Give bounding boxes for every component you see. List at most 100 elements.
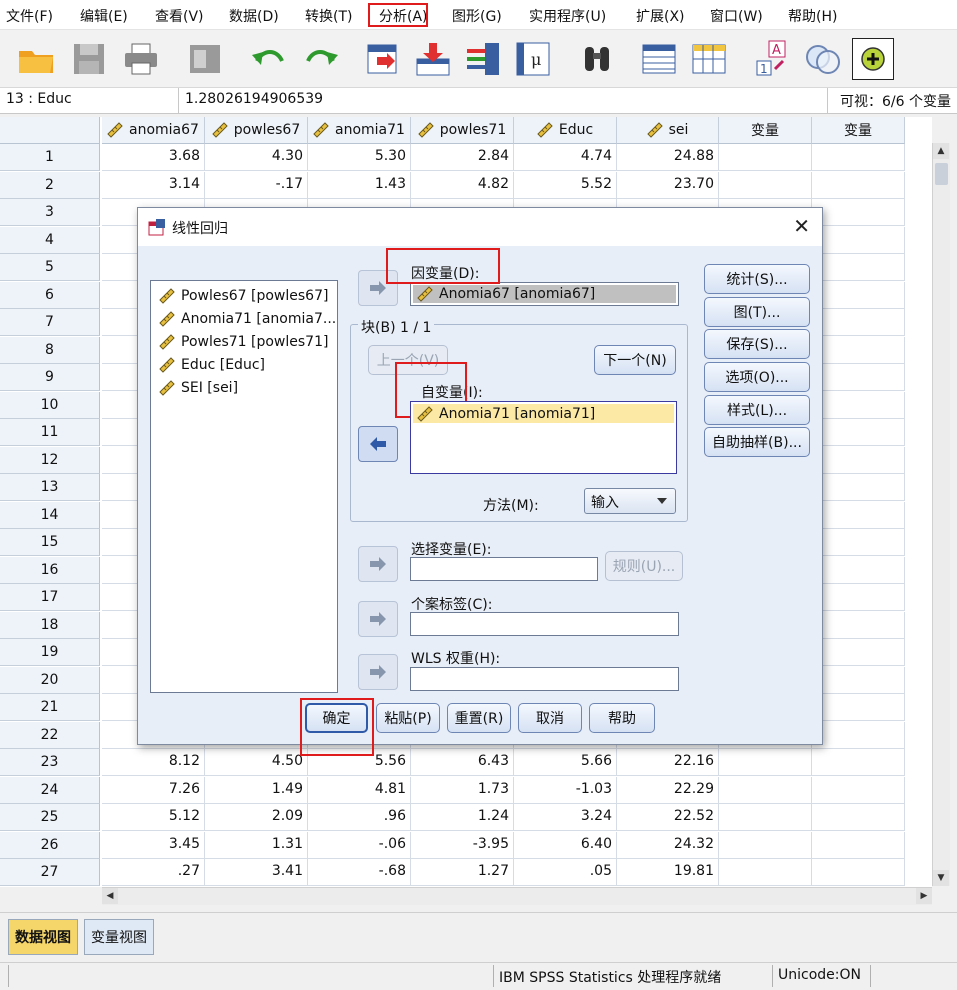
menu-extensions[interactable]: 扩展(X) [636,6,685,26]
move-to-independent-button[interactable] [358,426,398,462]
previous-block-button[interactable]: 上一个(V) [368,345,448,375]
table-cell[interactable]: 4.30 [205,144,308,171]
table-cell[interactable] [812,446,905,474]
table-cell[interactable]: 4.50 [205,749,308,776]
table-cell[interactable] [812,721,905,749]
table-cell[interactable]: .96 [308,804,411,831]
plots-button[interactable]: 图(T)... [704,297,810,327]
help-button[interactable]: 帮助 [589,703,655,733]
table-cell[interactable]: 5.52 [514,171,617,199]
table-cell[interactable]: -1.03 [514,776,617,804]
table-cell[interactable]: 2.84 [411,144,514,171]
table-cell[interactable]: 22.52 [617,804,719,831]
row-header[interactable]: 8 [0,336,100,364]
table-cell[interactable] [719,804,812,831]
paste-button[interactable]: 粘贴(P) [376,703,440,733]
table-cell[interactable]: .05 [514,859,617,886]
vertical-scrollbar[interactable]: ▲ ▼ [932,143,950,886]
table-cell[interactable] [812,639,905,666]
row-header[interactable]: 2 [0,171,100,199]
row-header[interactable]: 19 [0,639,100,666]
list-item[interactable]: Anomia71 [anomia7... [151,307,337,330]
tab-data-view[interactable]: 数据视图 [8,919,78,955]
next-block-button[interactable]: 下一个(N) [594,345,676,375]
cancel-button[interactable]: 取消 [518,703,582,733]
table-cell[interactable]: 5.66 [514,749,617,776]
table-cell[interactable] [719,776,812,804]
row-header[interactable]: 7 [0,309,100,336]
menu-window[interactable]: 窗口(W) [710,6,763,26]
print-icon[interactable] [120,38,162,80]
scroll-up-icon[interactable]: ▲ [933,143,949,159]
goto-case-icon[interactable] [362,38,404,80]
table-cell[interactable] [812,584,905,611]
table-cell[interactable]: 5.12 [102,804,205,831]
table-cell[interactable] [812,831,905,859]
row-header[interactable]: 21 [0,694,100,721]
dialog-titlebar[interactable]: 线性回归 ✕ [138,208,822,246]
table-cell[interactable] [812,309,905,336]
row-header[interactable]: 11 [0,419,100,446]
open-folder-icon[interactable] [15,38,57,80]
table-cell[interactable]: 1.24 [411,804,514,831]
row-header[interactable]: 10 [0,391,100,419]
row-header[interactable]: 13 [0,474,100,501]
find-binoculars-icon[interactable] [576,38,618,80]
row-header[interactable]: 6 [0,281,100,309]
column-header[interactable]: anomia67 [102,117,205,144]
menu-graphs[interactable]: 图形(G) [452,6,502,26]
style-button[interactable]: 样式(L)... [704,395,810,425]
table-cell[interactable]: 4.82 [411,171,514,199]
vertical-scroll-thumb[interactable] [935,163,948,185]
bootstrap-button[interactable]: 自助抽样(B)... [704,427,810,457]
move-to-selection-button[interactable] [358,546,398,582]
table-cell[interactable]: -.06 [308,831,411,859]
table-cell[interactable] [812,391,905,419]
table-cell[interactable] [812,419,905,446]
table-cell[interactable]: 3.45 [102,831,205,859]
table-cell[interactable] [812,776,905,804]
row-header[interactable]: 14 [0,501,100,529]
table-cell[interactable]: 1.73 [411,776,514,804]
menu-data[interactable]: 数据(D) [229,6,279,26]
dialog-recall-icon[interactable] [184,38,226,80]
ok-button[interactable]: 确定 [305,703,368,733]
table-cell[interactable] [812,144,905,171]
table-cell[interactable]: 4.74 [514,144,617,171]
statistics-button[interactable]: 统计(S)... [704,264,810,294]
table-cell[interactable] [719,749,812,776]
tab-variable-view[interactable]: 变量视图 [84,919,154,955]
row-header[interactable]: 9 [0,364,100,391]
table-cell[interactable]: 1.49 [205,776,308,804]
save-disk-icon[interactable] [68,38,110,80]
table-cell[interactable] [812,336,905,364]
table-cell[interactable] [812,529,905,556]
column-header[interactable]: anomia71 [308,117,411,144]
table-cell[interactable] [812,859,905,886]
table-cell[interactable] [719,831,812,859]
table-cell[interactable]: 19.81 [617,859,719,886]
goto-variable-icon[interactable] [412,38,454,80]
menu-help[interactable]: 帮助(H) [788,6,837,26]
table-cell[interactable] [812,254,905,281]
row-header[interactable]: 4 [0,226,100,254]
column-header[interactable]: 变量 [812,117,905,144]
close-icon[interactable]: ✕ [793,214,810,238]
save-button[interactable]: 保存(S)... [704,329,810,359]
table-cell[interactable] [719,171,812,199]
spelling-add-icon[interactable] [852,38,894,80]
scroll-left-icon[interactable]: ◀ [102,888,118,904]
table-cell[interactable] [812,501,905,529]
column-header[interactable]: 变量 [719,117,812,144]
column-header[interactable]: powles67 [205,117,308,144]
table-cell[interactable] [812,749,905,776]
list-item[interactable]: Powles67 [powles67] [151,284,337,307]
table-cell[interactable]: 5.56 [308,749,411,776]
table-cell[interactable] [812,556,905,584]
move-to-dependent-button[interactable] [358,270,398,306]
use-sets-icon[interactable] [802,38,844,80]
row-header[interactable]: 26 [0,831,100,859]
table-cell[interactable]: 6.43 [411,749,514,776]
dependent-item[interactable]: Anomia67 [anomia67] [413,285,676,303]
menu-transform[interactable]: 转换(T) [305,6,352,26]
